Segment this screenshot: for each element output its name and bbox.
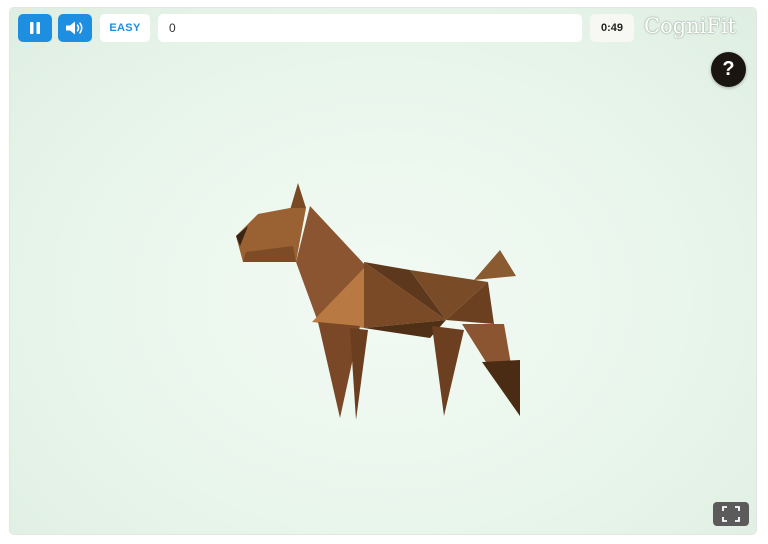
dog-back-leg-shade — [482, 360, 520, 416]
game-stage: EASY 0 0:49 CogniFit ? — [10, 8, 756, 534]
fullscreen-button[interactable] — [713, 502, 749, 526]
dog-front-leg-right — [350, 328, 368, 420]
dog-tail — [474, 250, 516, 280]
dog-ear — [290, 183, 306, 210]
origami-dog-figure — [236, 183, 520, 420]
fullscreen-icon — [722, 506, 740, 522]
dog-back-leg-left — [432, 326, 464, 416]
